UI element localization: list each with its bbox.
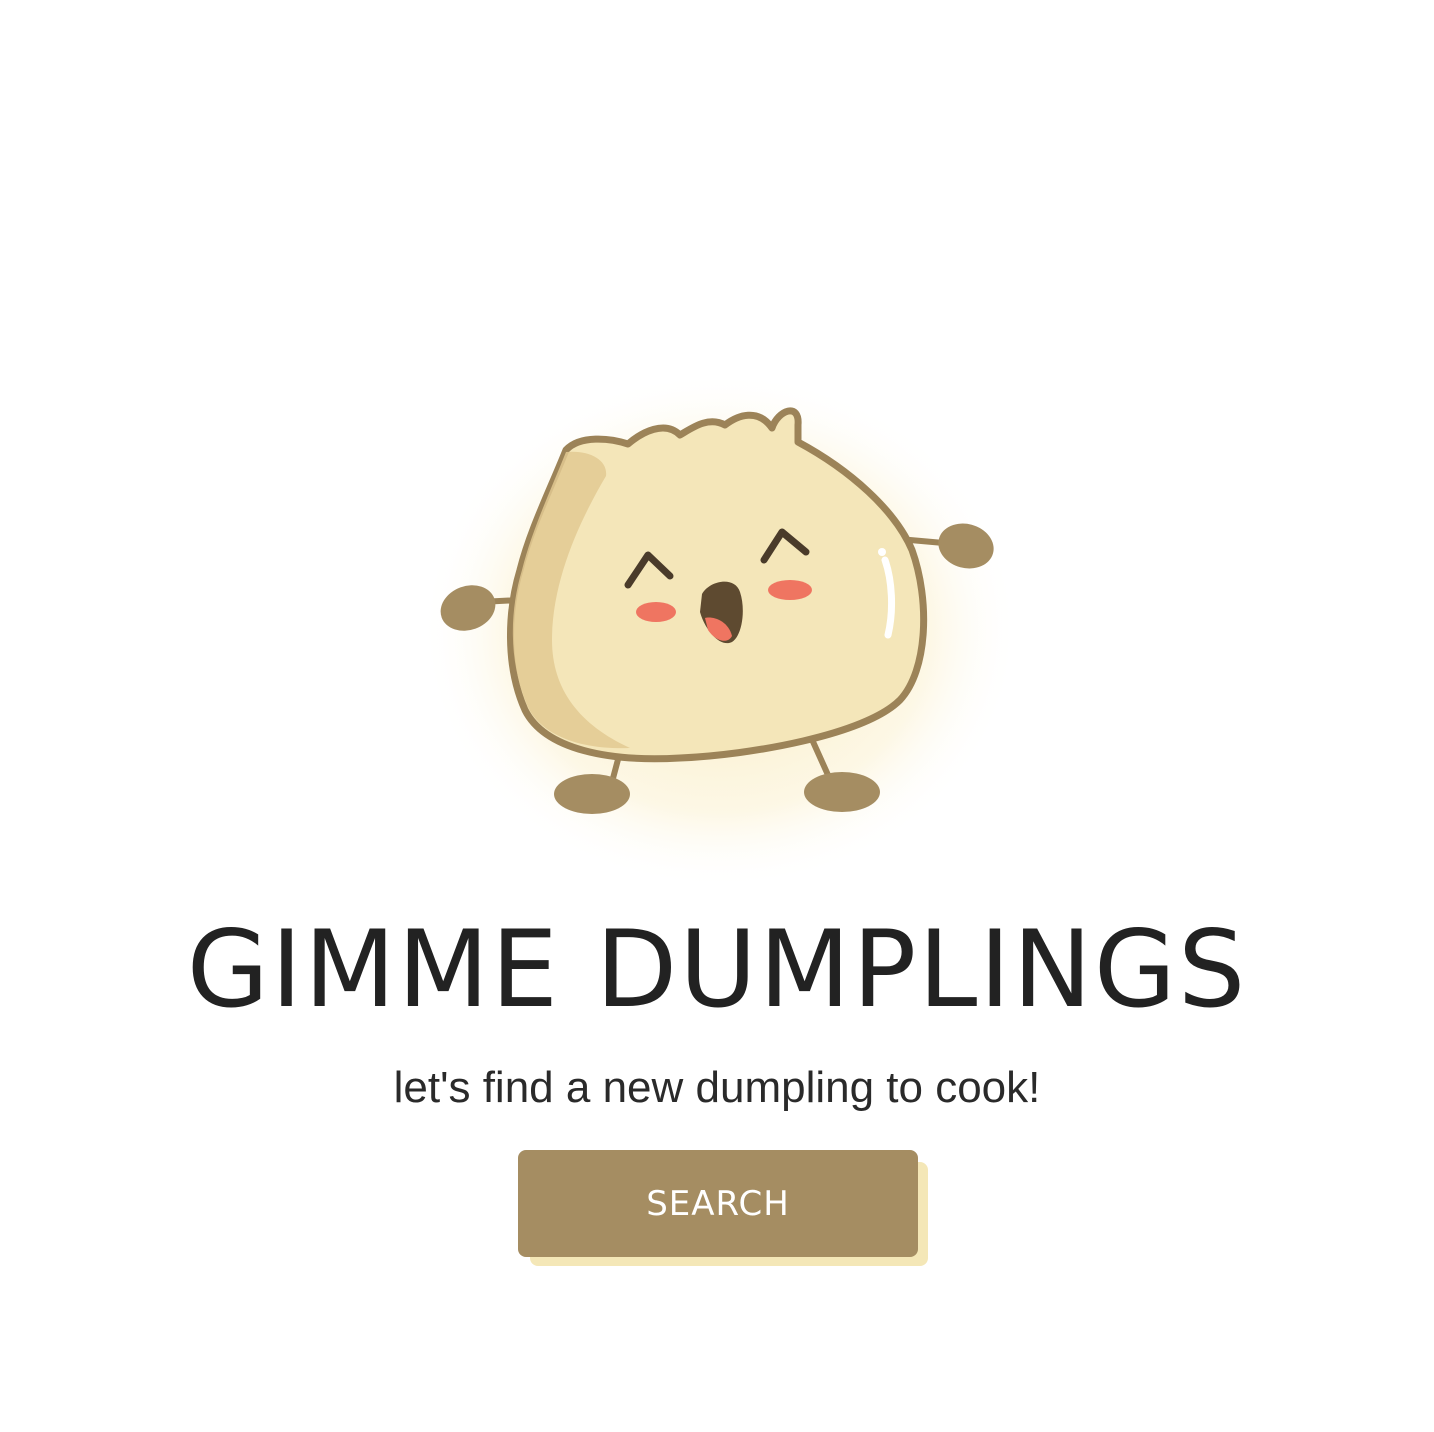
dumpling-mascot-icon [380, 380, 1060, 900]
search-button[interactable]: SEARCH [518, 1150, 918, 1257]
page-title: GIMME DUMPLINGS [186, 908, 1248, 1031]
page-subtitle: let's find a new dumpling to cook! [393, 1063, 1041, 1112]
search-button-container: SEARCH [518, 1150, 930, 1268]
